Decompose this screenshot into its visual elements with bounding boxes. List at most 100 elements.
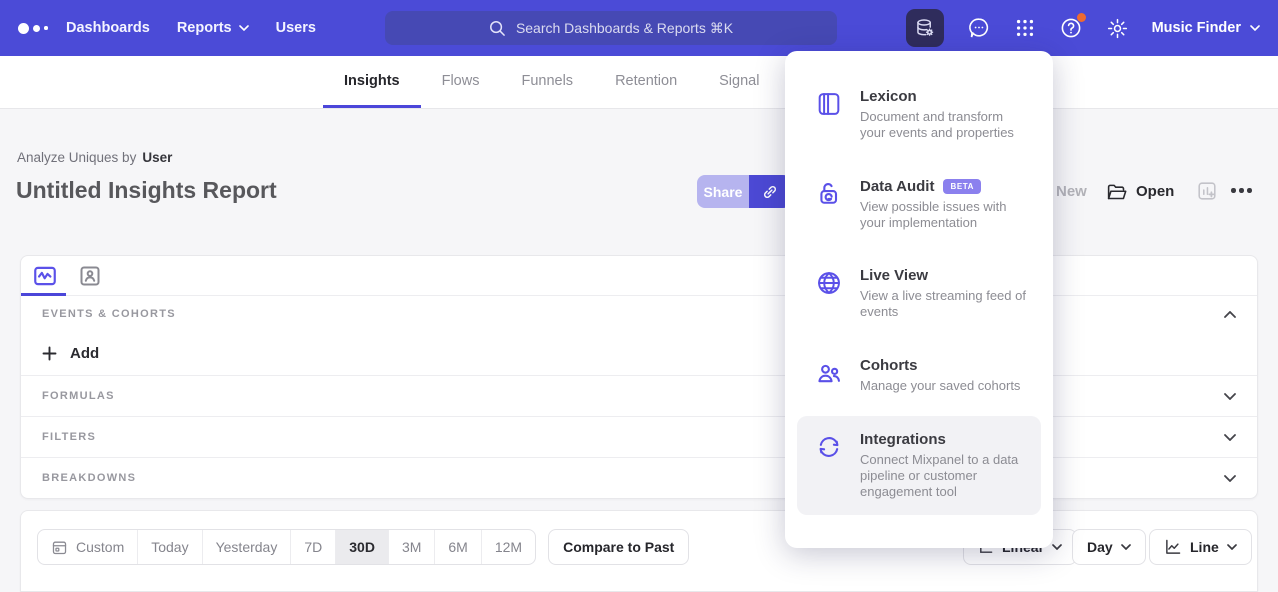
report-subtitle: Analyze Uniques by User <box>17 150 172 165</box>
menu-item-title: Integrations <box>860 431 1029 448</box>
range-yesterday[interactable]: Yesterday <box>202 530 291 564</box>
chevron-down-icon <box>1250 25 1260 31</box>
chevron-down-icon <box>1224 434 1236 441</box>
lexicon-book-icon <box>815 88 843 141</box>
apps-grid-button[interactable] <box>1014 17 1036 39</box>
share-button[interactable]: Share <box>697 175 749 208</box>
filters-section-row[interactable]: FILTERS <box>21 416 1257 457</box>
menu-item-integrations[interactable]: Integrations Connect Mixpanel to a data … <box>797 416 1041 515</box>
compare-to-past-button[interactable]: Compare to Past <box>548 529 689 565</box>
settings-button[interactable] <box>1106 17 1129 40</box>
cohorts-people-icon <box>815 357 843 394</box>
section-label-filters: FILTERS <box>42 431 96 443</box>
help-button[interactable] <box>1059 16 1083 40</box>
menu-item-live-view[interactable]: Live View View a live streaming feed of … <box>797 252 1041 335</box>
beta-badge: BETA <box>943 179 981 194</box>
tab-events-view[interactable] <box>32 263 58 289</box>
link-icon <box>761 183 779 201</box>
range-3m[interactable]: 3M <box>388 530 434 564</box>
open-report-button[interactable]: Open <box>1106 175 1174 208</box>
integrations-sync-icon <box>815 431 843 500</box>
nav-item-reports[interactable]: Reports <box>177 20 249 36</box>
add-to-dashboard-button[interactable] <box>1196 180 1218 202</box>
calendar-icon <box>51 539 68 556</box>
section-label-events: EVENTS & COHORTS <box>42 308 176 320</box>
chevron-down-icon <box>1052 544 1062 550</box>
query-builder-panel: EVENTS & COHORTS Add FORMULAS FILTERS BR… <box>20 255 1258 499</box>
nav-item-dashboards[interactable]: Dashboards <box>66 20 150 36</box>
folder-icon <box>1106 182 1127 201</box>
section-label-formulas: FORMULAS <box>42 390 115 402</box>
live-view-globe-icon <box>815 267 843 320</box>
menu-item-description: View a live streaming feed of events <box>860 288 1029 320</box>
menu-item-description: Connect Mixpanel to a data pipeline or c… <box>860 452 1029 500</box>
menu-item-data-audit[interactable]: Data Audit BETA View possible issues wit… <box>797 163 1041 246</box>
subtitle-prefix: Analyze Uniques by <box>17 150 136 165</box>
chevron-down-icon <box>1224 475 1236 482</box>
search-placeholder: Search Dashboards & Reports ⌘K <box>516 20 733 37</box>
active-tab-underline <box>21 293 66 296</box>
nav-item-users[interactable]: Users <box>276 20 316 36</box>
tab-profiles-view[interactable] <box>78 264 102 288</box>
collapse-events-button[interactable] <box>1224 311 1236 318</box>
menu-item-title: Live View <box>860 267 1029 284</box>
data-management-button[interactable] <box>906 9 944 47</box>
breakdowns-section-row[interactable]: BREAKDOWNS <box>21 457 1257 498</box>
nav-links: Dashboards Reports Users <box>66 20 316 36</box>
mixpanel-logo-icon[interactable] <box>18 23 58 34</box>
chart-type-selector-button[interactable]: Line <box>1149 529 1252 565</box>
more-options-button[interactable] <box>1231 188 1252 193</box>
tab-funnels[interactable]: Funnels <box>500 56 594 108</box>
range-6m[interactable]: 6M <box>434 530 480 564</box>
search-input[interactable]: Search Dashboards & Reports ⌘K <box>385 11 837 45</box>
range-custom[interactable]: Custom <box>38 530 137 564</box>
range-7d[interactable]: 7D <box>290 530 335 564</box>
range-12m[interactable]: 12M <box>481 530 535 564</box>
builder-tab-row <box>21 256 1257 296</box>
range-30d[interactable]: 30D <box>335 530 388 564</box>
search-icon <box>489 20 506 37</box>
chart-toolbar: Custom Today Yesterday 7D 30D 3M 6M 12M … <box>20 510 1258 592</box>
add-label: Add <box>70 345 99 362</box>
data-management-menu: Lexicon Document and transform your even… <box>785 51 1053 548</box>
open-label: Open <box>1136 183 1174 200</box>
share-button-group: Share <box>697 175 791 208</box>
database-gear-icon <box>914 17 936 39</box>
line-chart-icon <box>1164 538 1182 556</box>
menu-item-title: Cohorts <box>860 357 1029 374</box>
tab-signal[interactable]: Signal <box>698 56 780 108</box>
tab-flows[interactable]: Flows <box>421 56 501 108</box>
top-navigation: Dashboards Reports Users Search Dashboar… <box>0 0 1278 56</box>
page-title[interactable]: Untitled Insights Report <box>16 177 277 204</box>
new-report-button[interactable]: New <box>1056 175 1087 208</box>
menu-item-title: Data Audit BETA <box>860 178 1029 195</box>
expand-breakdowns-button[interactable] <box>1224 475 1236 482</box>
expand-filters-button[interactable] <box>1224 434 1236 441</box>
formulas-section-row[interactable]: FORMULAS <box>21 375 1257 416</box>
pulse-chart-icon <box>32 263 58 289</box>
interval-selector-button[interactable]: Day <box>1072 529 1146 565</box>
analyze-entity-selector[interactable]: User <box>142 150 172 165</box>
gear-icon <box>1106 17 1129 40</box>
plus-icon <box>42 346 57 361</box>
chevron-down-icon <box>1121 544 1131 550</box>
feedback-bubble-icon <box>967 16 991 40</box>
person-icon <box>78 264 102 288</box>
tab-insights[interactable]: Insights <box>323 56 421 108</box>
add-event-button[interactable]: Add <box>21 332 1257 375</box>
menu-item-title: Lexicon <box>860 88 1029 105</box>
section-label-breakdowns: BREAKDOWNS <box>42 472 136 484</box>
data-audit-lock-icon <box>815 178 843 231</box>
range-today[interactable]: Today <box>137 530 201 564</box>
expand-formulas-button[interactable] <box>1224 393 1236 400</box>
menu-item-cohorts[interactable]: Cohorts Manage your saved cohorts <box>797 342 1041 409</box>
feedback-button[interactable] <box>967 16 991 40</box>
notification-dot <box>1077 13 1086 22</box>
tab-retention[interactable]: Retention <box>594 56 698 108</box>
chevron-down-icon <box>1224 393 1236 400</box>
menu-item-lexicon[interactable]: Lexicon Document and transform your even… <box>797 73 1041 156</box>
menu-item-description: Manage your saved cohorts <box>860 378 1029 394</box>
project-selector[interactable]: Music Finder <box>1152 20 1260 36</box>
chevron-up-icon <box>1224 311 1236 318</box>
chevron-down-icon <box>1227 544 1237 550</box>
